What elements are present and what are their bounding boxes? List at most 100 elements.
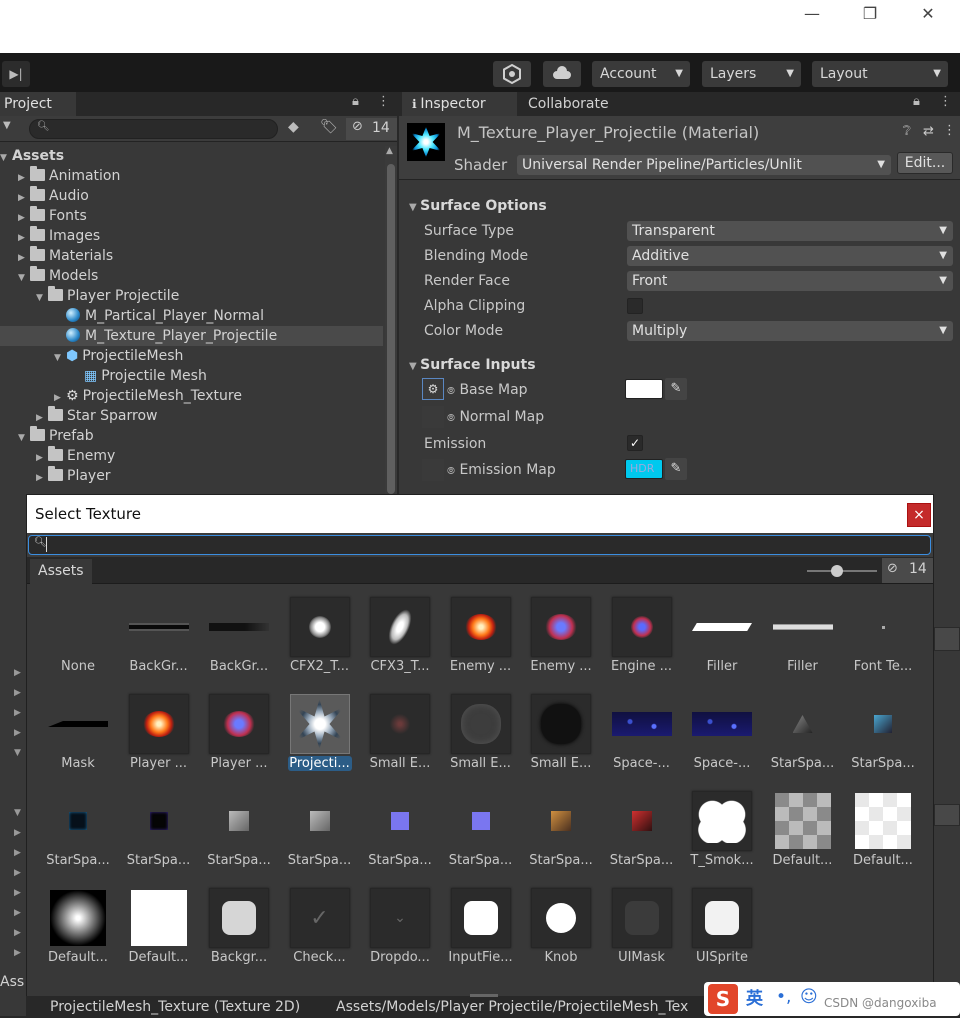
- fold-arrow-icon[interactable]: ▼: [36, 288, 48, 308]
- texture-item[interactable]: Enemy ...: [441, 597, 521, 679]
- texture-item[interactable]: Default...: [763, 791, 843, 873]
- texture-item[interactable]: Small E...: [441, 694, 521, 776]
- tree-item-prefab[interactable]: ▼ Prefab: [0, 426, 383, 446]
- project-search-input[interactable]: 🔍︎: [29, 119, 278, 139]
- create-dropdown-icon[interactable]: ▼: [3, 120, 11, 131]
- texture-item[interactable]: StarSpa...: [521, 791, 601, 873]
- texture-item[interactable]: StarSpa...: [360, 791, 440, 873]
- texture-item[interactable]: StarSpa...: [280, 791, 360, 873]
- dialog-close-button[interactable]: ×: [907, 503, 931, 527]
- close-window-button[interactable]: ✕: [913, 4, 943, 23]
- texture-item[interactable]: Knob: [521, 888, 601, 970]
- base-map-color-swatch[interactable]: [625, 379, 663, 399]
- emission-hdr-swatch[interactable]: HDR: [625, 459, 663, 479]
- emission-map-texture-slot[interactable]: [422, 459, 444, 481]
- color-mode-dropdown[interactable]: Multiply ▼: [627, 321, 953, 341]
- texture-item[interactable]: Font Te...: [843, 597, 923, 679]
- texture-item[interactable]: Space-...: [602, 694, 682, 776]
- fold-arrow-icon[interactable]: ▶: [18, 188, 30, 208]
- texture-item[interactable]: BackGr...: [199, 597, 279, 679]
- fold-arrow-icon[interactable]: ▶: [54, 388, 66, 408]
- texture-item[interactable]: Default...: [843, 791, 923, 873]
- texture-item[interactable]: Small E...: [521, 694, 601, 776]
- fold-arrow-icon[interactable]: ▶: [36, 468, 48, 488]
- tab-collaborate[interactable]: Collaborate: [524, 92, 613, 116]
- fold-arrow-icon[interactable]: ▶: [18, 208, 30, 228]
- texture-item[interactable]: InputFie...: [441, 888, 521, 970]
- tree-item-models[interactable]: ▼ Models: [0, 266, 383, 286]
- texture-item[interactable]: StarSpa...: [843, 694, 923, 776]
- tree-item-assets[interactable]: ▼ Assets: [0, 146, 383, 166]
- base-map-texture-slot[interactable]: ⚙: [422, 378, 444, 400]
- ime-language[interactable]: 英: [746, 988, 763, 1010]
- tree-item-m-texture-player-projectile[interactable]: M_Texture_Player_Projectile: [0, 326, 383, 346]
- tree-item-animation[interactable]: ▶ Animation: [0, 166, 383, 186]
- fold-arrow-icon[interactable]: ▼: [18, 268, 30, 288]
- thumbnail-size-slider[interactable]: [807, 565, 877, 577]
- texture-item[interactable]: Small E...: [360, 694, 440, 776]
- slider-handle[interactable]: [831, 565, 843, 577]
- texture-item[interactable]: BackGr...: [119, 597, 199, 679]
- filter-type-icon[interactable]: ◆: [288, 119, 299, 135]
- component-menu-icon[interactable]: ⋮: [943, 123, 956, 138]
- fold-arrow-icon[interactable]: ▼: [0, 148, 12, 168]
- texture-item[interactable]: CFX3_T...: [360, 597, 440, 679]
- blending-mode-dropdown[interactable]: Additive ▼: [627, 246, 953, 266]
- surface-inputs-header[interactable]: ▼ Surface Inputs: [409, 354, 536, 376]
- preset-icon[interactable]: ⇄: [923, 124, 934, 139]
- tree-item-images[interactable]: ▶ Images: [0, 226, 383, 246]
- fold-arrow-icon[interactable]: ▼: [54, 348, 66, 368]
- scrollbar-thumb[interactable]: [387, 164, 395, 494]
- tab-assets[interactable]: Assets: [30, 559, 92, 584]
- step-button[interactable]: ▶|: [2, 61, 30, 87]
- edit-shader-button[interactable]: Edit...: [897, 152, 953, 174]
- hidden-packages-toggle[interactable]: ⊘ 14: [346, 118, 397, 140]
- help-icon[interactable]: ❔︎: [903, 124, 911, 139]
- tree-item-player[interactable]: ▶ Player: [0, 466, 383, 486]
- inspector-more-icon[interactable]: ⋮: [939, 94, 952, 109]
- texture-item[interactable]: StarSpa...: [602, 791, 682, 873]
- texture-item[interactable]: Space-...: [682, 694, 762, 776]
- tree-item-materials[interactable]: ▶ Materials: [0, 246, 383, 266]
- tree-item-star-sparrow[interactable]: ▶ Star Sparrow: [0, 406, 383, 426]
- minimize-button[interactable]: —: [797, 4, 827, 23]
- tree-item-player-projectile[interactable]: ▼ Player Projectile: [0, 286, 383, 306]
- texture-item[interactable]: Default...: [119, 888, 199, 970]
- texture-item[interactable]: StarSpa...: [441, 791, 521, 873]
- normal-map-texture-slot[interactable]: [422, 406, 444, 428]
- texture-item[interactable]: None: [38, 597, 118, 679]
- texture-item[interactable]: CFX2_T...: [280, 597, 360, 679]
- dialog-hidden-toggle[interactable]: ⊘ 14: [882, 558, 933, 583]
- texture-item[interactable]: Mask: [38, 694, 118, 776]
- surface-options-header[interactable]: ▼ Surface Options: [409, 195, 547, 217]
- fold-arrow-icon[interactable]: ▶: [18, 168, 30, 188]
- layers-dropdown[interactable]: Layers ▼: [702, 61, 801, 87]
- filter-label-icon[interactable]: 🏷︎: [320, 119, 338, 135]
- tree-item-projectile-mesh[interactable]: ▦ Projectile Mesh: [0, 366, 383, 386]
- project-scrollbar[interactable]: ▲: [385, 146, 397, 546]
- texture-item[interactable]: Player ...: [119, 694, 199, 776]
- ime-emoji-icon[interactable]: ☺: [800, 986, 818, 1008]
- texture-item[interactable]: Filler: [682, 597, 762, 679]
- render-face-dropdown[interactable]: Front ▼: [627, 271, 953, 291]
- inspector-lock-icon[interactable]: 🔒︎: [913, 94, 920, 109]
- ime-punct-icon[interactable]: •,: [776, 986, 791, 1008]
- texture-item[interactable]: UIMask: [602, 888, 682, 970]
- emission-checkbox[interactable]: ✓: [627, 435, 643, 451]
- fold-arrow-icon[interactable]: ▶: [18, 228, 30, 248]
- texture-item[interactable]: ✓ Check...: [280, 888, 360, 970]
- tree-item-audio[interactable]: ▶ Audio: [0, 186, 383, 206]
- restore-button[interactable]: ❐: [855, 4, 885, 23]
- texture-item[interactable]: ⌄ Dropdo...: [360, 888, 440, 970]
- texture-item[interactable]: StarSpa...: [763, 694, 843, 776]
- fold-arrow-icon[interactable]: ▶: [36, 408, 48, 428]
- texture-item[interactable]: UISprite: [682, 888, 762, 970]
- lock-icon[interactable]: 🔒︎: [352, 94, 359, 109]
- texture-search-input[interactable]: 🔍︎: [28, 535, 931, 555]
- texture-item[interactable]: Enemy ...: [521, 597, 601, 679]
- cloud-icon[interactable]: [543, 61, 581, 87]
- texture-item[interactable]: Player ...: [199, 694, 279, 776]
- alpha-clipping-checkbox[interactable]: [627, 298, 643, 314]
- tree-item-projectilemesh-texture[interactable]: ▶ ⚙ ProjectileMesh_Texture: [0, 386, 383, 406]
- texture-item[interactable]: StarSpa...: [119, 791, 199, 873]
